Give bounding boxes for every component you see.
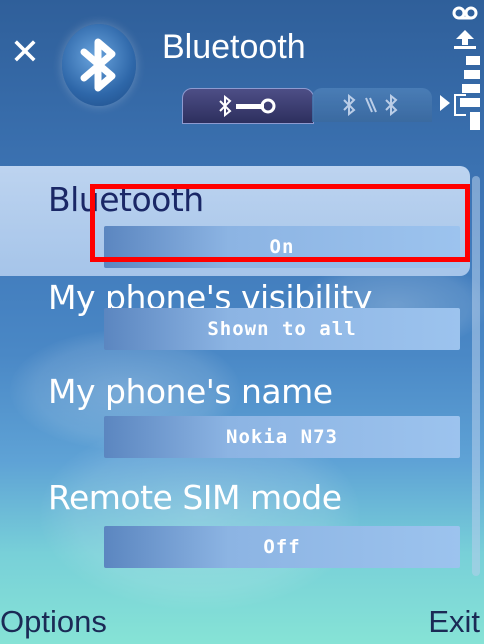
page-title: Bluetooth (162, 28, 306, 66)
tab-paired-devices[interactable] (312, 88, 432, 122)
tab-bar (182, 88, 466, 124)
setting-value: Nokia N73 (226, 426, 338, 448)
exit-softkey[interactable]: Exit (428, 604, 480, 640)
bluetooth-paired-devices-icon (343, 94, 398, 116)
setting-label: Remote SIM mode (48, 478, 342, 517)
status-indicators (448, 2, 484, 132)
setting-item-remote-sim[interactable]: Remote SIM mode Off (0, 478, 470, 588)
close-icon[interactable]: ✕ (8, 35, 42, 71)
setting-value-field[interactable]: Nokia N73 (104, 416, 460, 458)
scrollbar[interactable] (472, 176, 480, 576)
battery-level-icon (460, 56, 480, 130)
upload-icon (454, 30, 476, 49)
title-bar: ✕ Bluetooth (0, 0, 484, 138)
tab-bluetooth-settings[interactable] (182, 88, 314, 124)
setting-value-field[interactable]: Off (104, 526, 460, 568)
voicemail-icon (452, 6, 478, 20)
bluetooth-icon (62, 24, 136, 106)
bluetooth-settings-icon (219, 95, 276, 117)
setting-value: Shown to all (207, 318, 357, 340)
setting-item-phone-name[interactable]: My phone's name Nokia N73 (0, 372, 470, 482)
highlight-box (90, 184, 470, 262)
setting-value: Off (263, 536, 301, 558)
options-softkey[interactable]: Options (0, 604, 107, 640)
setting-label: My phone's name (48, 372, 333, 411)
setting-value-field[interactable]: Shown to all (104, 308, 460, 350)
